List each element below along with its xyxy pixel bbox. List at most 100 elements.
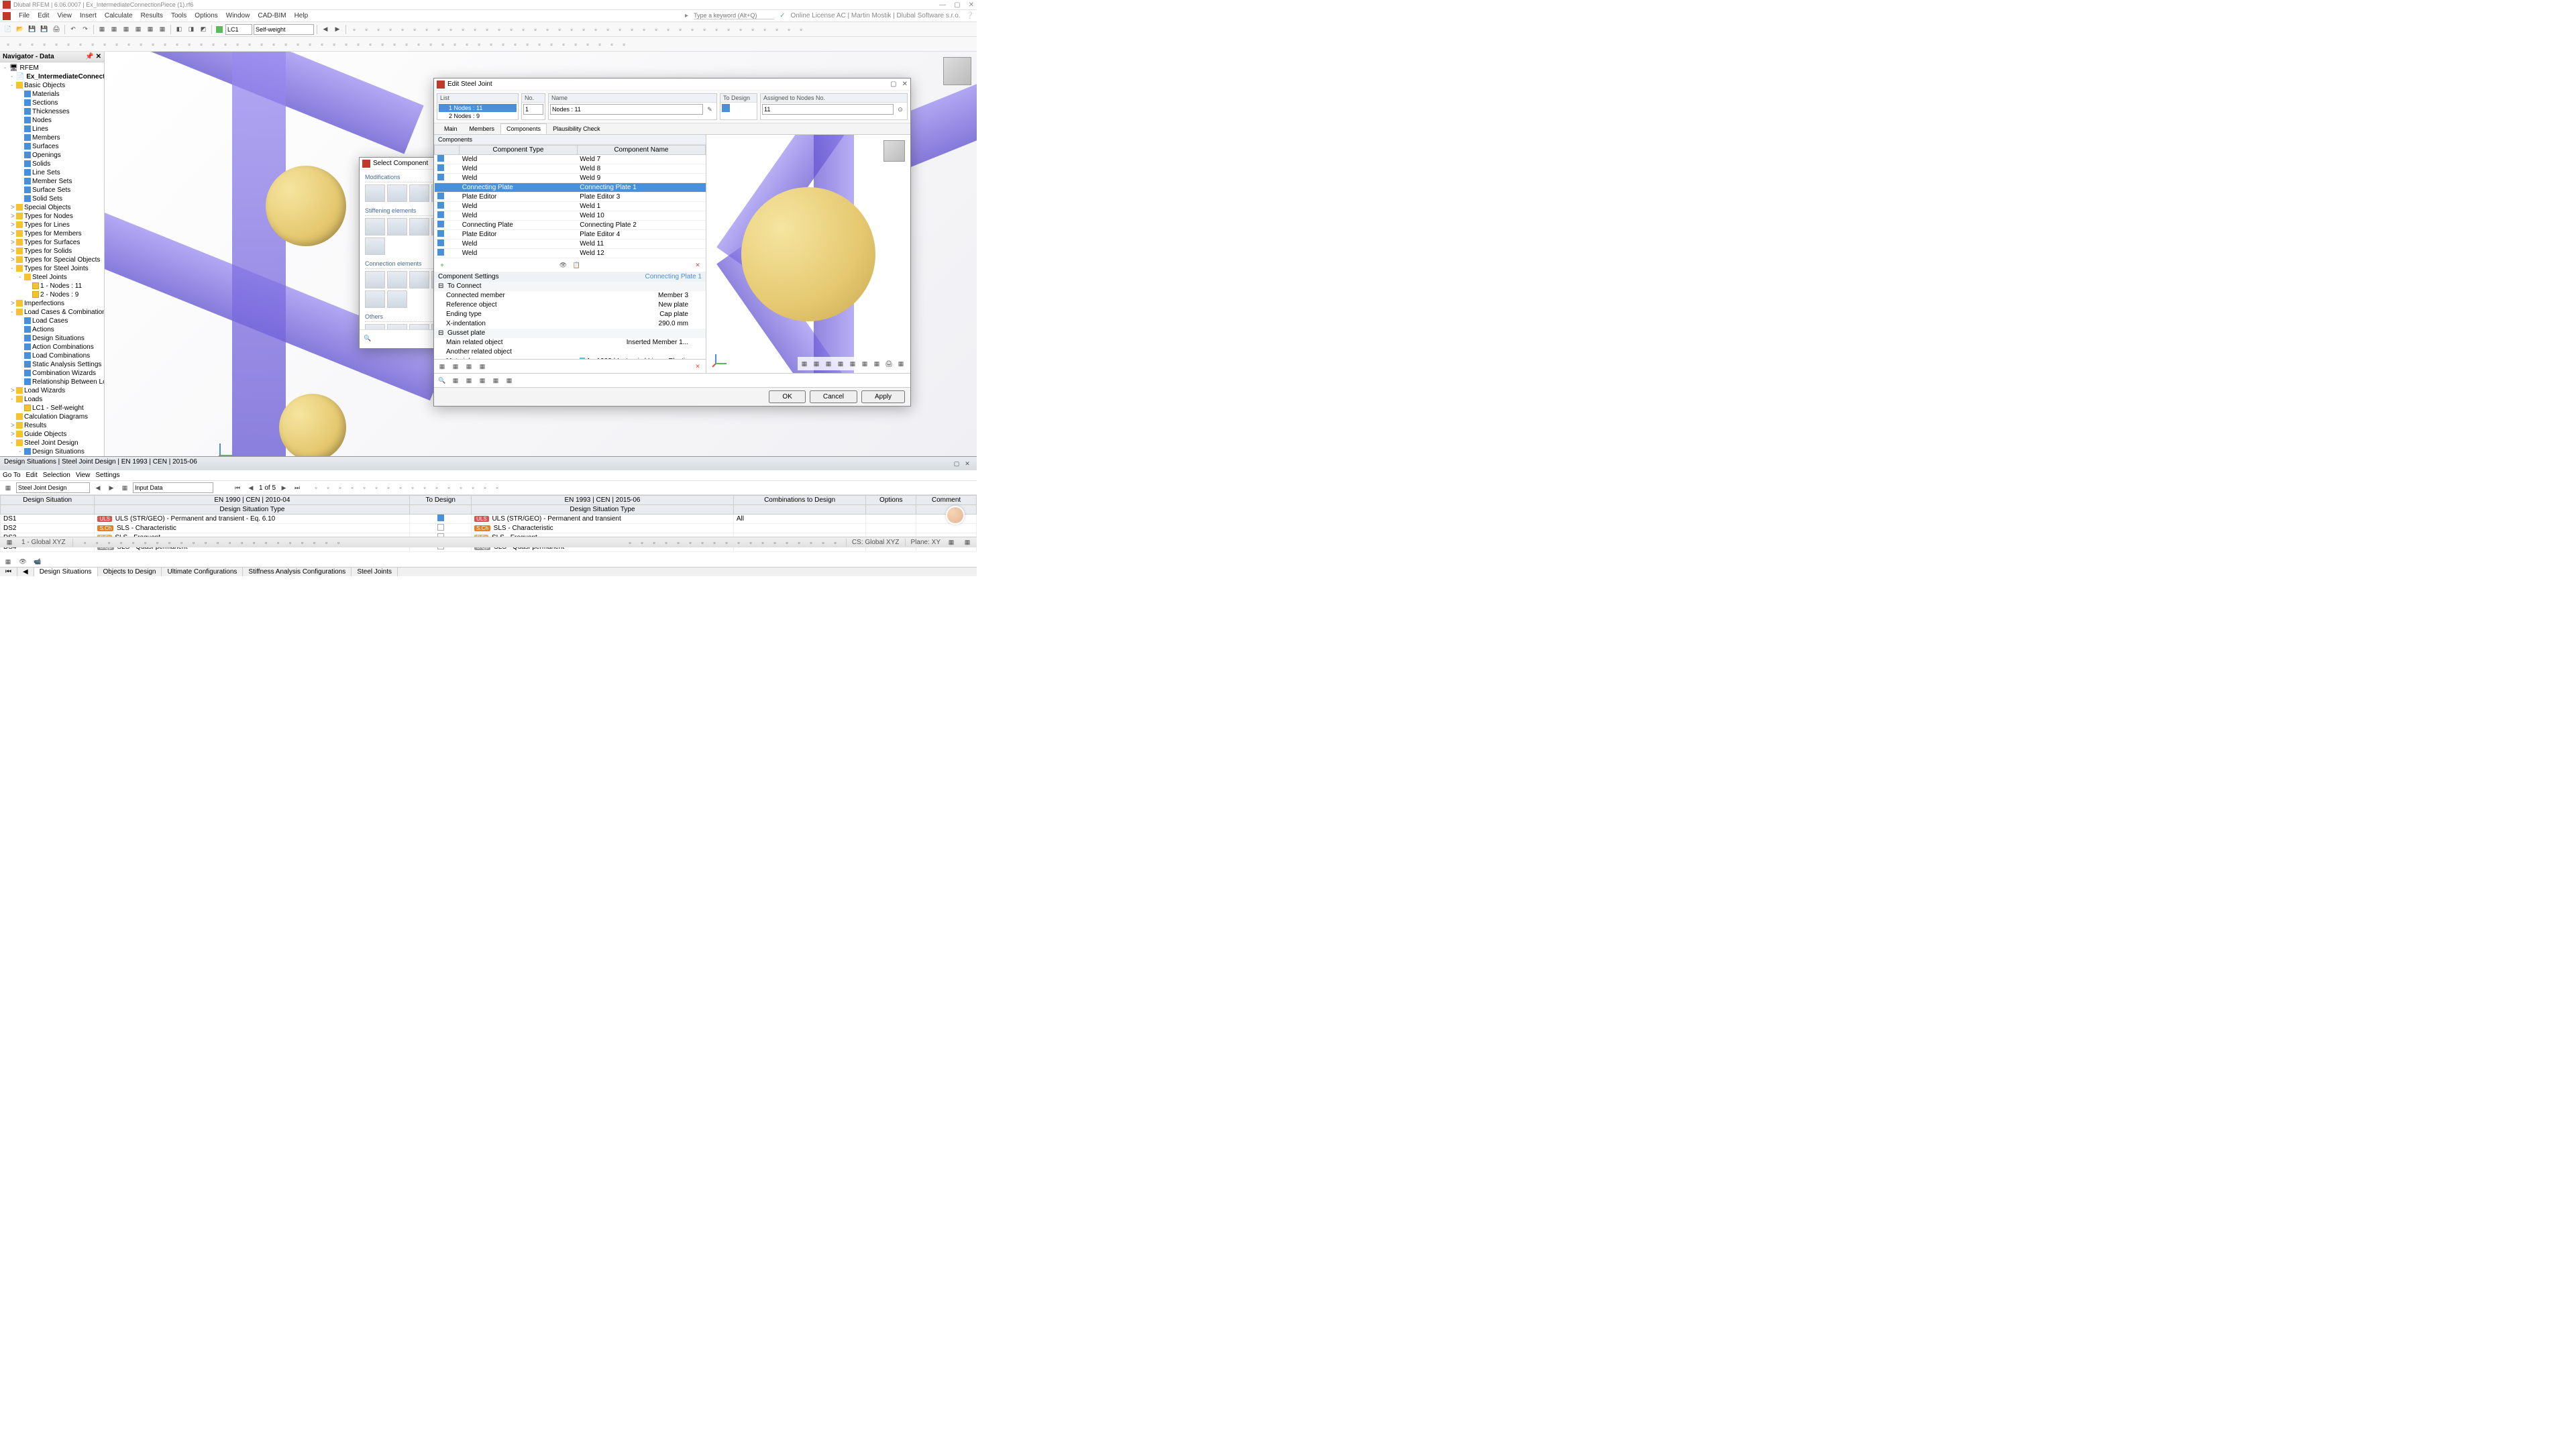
tb-icon[interactable]: ▫ [383,482,394,493]
tree-node[interactable]: Calculation Diagrams [1,413,103,421]
tree-node[interactable]: Design Situations [1,334,103,343]
tb-icon[interactable]: ▫ [602,24,613,35]
tb-icon[interactable]: ▫ [201,537,211,548]
tb-icon[interactable]: ▫ [723,24,734,35]
component-row[interactable]: Connecting PlateConnecting Plate 2 [435,221,706,230]
component-thumb[interactable] [365,237,385,255]
tb-icon[interactable]: 🖨 [883,358,894,369]
tree-node[interactable]: Solids [1,160,103,168]
tree-node[interactable]: Load Combinations [1,352,103,360]
tb-icon[interactable]: ▫ [148,39,158,50]
redo-icon[interactable]: ↷ [80,24,91,35]
bottom-menu-settings[interactable]: Settings [95,472,119,479]
tb-icon[interactable]: ▫ [482,24,492,35]
tb-icon[interactable]: ▫ [140,537,151,548]
tb-icon[interactable]: ▫ [389,39,400,50]
tb-icon[interactable]: ▫ [699,24,710,35]
joint-list[interactable]: List 1 Nodes : 112 Nodes : 9 [437,93,519,120]
tb-icon[interactable]: ▫ [15,39,25,50]
tb-icon[interactable]: ▫ [75,39,86,50]
tree-node[interactable]: 2 - Nodes : 9 [1,290,103,299]
maximize-icon[interactable]: ▢ [890,80,896,88]
tb-icon[interactable]: ▫ [172,39,182,50]
tb-icon[interactable]: ▫ [220,39,231,50]
tb-icon[interactable]: ▫ [349,24,360,35]
tree-node[interactable]: Surfaces [1,142,103,151]
name-input[interactable] [550,104,703,115]
tb-icon[interactable]: ▫ [27,39,38,50]
tree-node[interactable]: Lines [1,125,103,133]
pick-nodes-icon[interactable]: ⊙ [895,104,906,115]
tb-icon[interactable]: ▫ [361,24,372,35]
ok-button[interactable]: OK [769,390,805,403]
bottom-tab[interactable]: Stiffness Analysis Configurations [243,568,352,576]
menu-calculate[interactable]: Calculate [101,12,137,19]
bottom-tab[interactable]: Steel Joints [352,568,398,576]
tb-icon[interactable]: ▫ [285,537,296,548]
tb-icon[interactable]: ▫ [627,24,637,35]
tb-icon[interactable]: ▫ [116,537,127,548]
tb-icon[interactable]: ▫ [437,39,448,50]
tb-icon[interactable]: ▫ [663,24,674,35]
component-thumb[interactable] [365,324,385,329]
tb-icon[interactable]: ▫ [373,24,384,35]
joint-3d-preview[interactable]: ▦ ▦ ▦ ▦ ▦ ▦ ▦ 🖨 ▦ ▦ ▦ [706,135,910,373]
tb-icon[interactable]: ▫ [566,24,577,35]
tb-icon[interactable]: ▫ [518,24,529,35]
tb-icon[interactable]: ▫ [425,39,436,50]
tb-icon[interactable]: ▫ [558,39,569,50]
menu-edit[interactable]: Edit [34,12,53,19]
loadcase-name-combo[interactable] [254,24,314,35]
tb-icon[interactable]: ▦ [145,24,156,35]
bottom-menu-view[interactable]: View [76,472,91,479]
tab-members[interactable]: Members [464,123,501,134]
component-row[interactable]: WeldWeld 12 [435,249,706,258]
tree-root[interactable]: -🖥 RFEM [1,64,103,72]
to-design-checkbox[interactable] [722,104,730,112]
tb-icon[interactable]: ▫ [431,482,442,493]
tree-node[interactable]: >Types for Special Objects [1,256,103,264]
new-icon[interactable]: 📄 [3,24,13,35]
tree-node[interactable]: Relationship Between Load Cases [1,378,103,386]
tb-icon[interactable]: ▫ [747,24,758,35]
tb-icon[interactable]: ▫ [184,39,195,50]
tb-icon[interactable]: ▦ [464,375,474,386]
settings-row[interactable]: X-indentation290.0 mm [434,319,706,329]
tb-icon[interactable]: ▫ [309,537,320,548]
tree-node[interactable]: Thicknesses [1,107,103,116]
tb-icon[interactable]: ▫ [721,537,732,548]
settings-group[interactable]: ⊟Gusset plate [434,329,706,338]
minimize-icon[interactable]: — [939,1,946,9]
tb-icon[interactable]: ▫ [323,482,333,493]
tb-icon[interactable]: ▫ [570,39,581,50]
tb-icon[interactable]: ▫ [462,39,472,50]
tree-node[interactable]: Materials [1,90,103,99]
dialog-titlebar[interactable]: Edit Steel Joint ▢✕ [434,78,910,91]
tb-icon[interactable]: ▫ [606,39,617,50]
tb-icon[interactable]: ▫ [675,24,686,35]
tb-icon[interactable]: ▫ [176,537,187,548]
tb-icon[interactable]: ▫ [273,537,284,548]
tb-icon[interactable]: ▫ [769,537,780,548]
tb-icon[interactable]: ▫ [407,482,418,493]
tree-node[interactable]: -Types for Steel Joints [1,264,103,273]
tb-icon[interactable]: ▫ [530,24,541,35]
tb-icon[interactable]: ▫ [232,39,243,50]
tb-icon[interactable]: ▫ [590,24,601,35]
tb-icon[interactable]: ▫ [39,39,50,50]
next-icon[interactable]: ▶ [332,24,343,35]
tb-icon[interactable]: ▫ [268,39,279,50]
tb-icon[interactable]: ▦ [450,361,461,372]
tb-icon[interactable]: ▦ [811,358,822,369]
tb-icon[interactable]: ▫ [486,39,496,50]
table-row[interactable]: DS2S.Ch SLS - CharacteristicS.Ch SLS - C… [1,524,977,533]
tb-icon[interactable]: ▫ [261,537,272,548]
pin-icon[interactable]: 📌 [85,53,93,60]
tb-icon[interactable]: ▫ [614,24,625,35]
tree-node[interactable]: Openings [1,151,103,160]
menu-cad-bim[interactable]: CAD-BIM [254,12,290,19]
tb-icon[interactable]: ▫ [419,482,430,493]
tb-icon[interactable]: ▫ [249,537,260,548]
tree-node[interactable]: Sections [1,99,103,107]
bottom-menu-edit[interactable]: Edit [26,472,38,479]
